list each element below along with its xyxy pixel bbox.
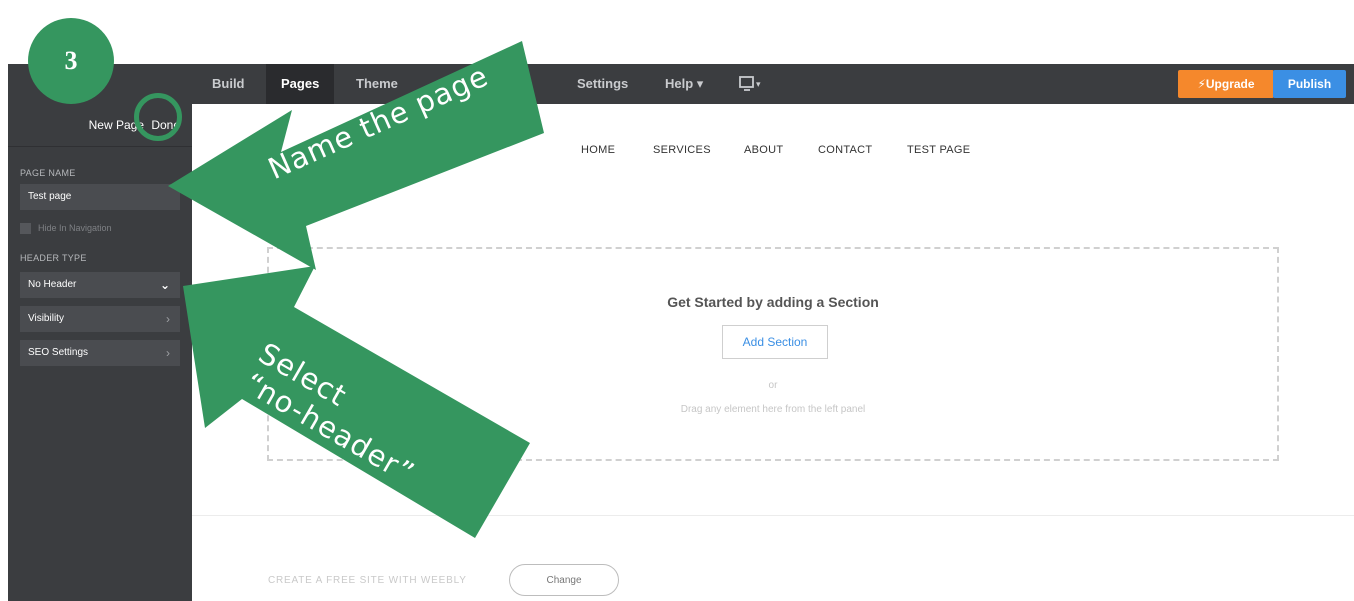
footer-divider (192, 515, 1354, 516)
nav-help[interactable]: Help ▾ (665, 64, 703, 104)
header-type-value: No Header (28, 279, 77, 290)
chevron-down-icon: ⌄ (159, 278, 170, 292)
done-button[interactable]: Done (151, 118, 180, 132)
section-drop-zone[interactable]: Get Started by adding a Section Add Sect… (267, 247, 1279, 461)
add-section-button[interactable]: Add Section (722, 325, 828, 359)
sidebar-header: New Page Done (8, 104, 192, 147)
monitor-icon[interactable]: ▾ (739, 64, 763, 104)
visibility-row[interactable]: Visibility › (20, 306, 180, 332)
drop-zone-title: Get Started by adding a Section (667, 294, 879, 310)
sidebar-title: New Page (88, 118, 144, 132)
seo-settings-label: SEO Settings (28, 347, 89, 358)
site-nav-test-page[interactable]: TEST PAGE (907, 144, 970, 156)
nav-apps[interactable]: Apps (500, 64, 533, 104)
drop-zone-or: or (768, 380, 778, 391)
site-nav-contact[interactable]: CONTACT (818, 144, 872, 156)
publish-button[interactable]: Publish (1273, 70, 1346, 98)
footer-text: CREATE A FREE SITE WITH WEEBLY (268, 575, 467, 586)
chevron-right-icon: › (166, 346, 170, 360)
drop-zone-hint: Drag any element here from the left pane… (680, 404, 866, 415)
nav-build[interactable]: Build (212, 64, 245, 104)
svg-text:▾: ▾ (756, 80, 761, 90)
chevron-right-icon: › (166, 312, 170, 326)
seo-settings-row[interactable]: SEO Settings › (20, 340, 180, 366)
site-nav-services[interactable]: SERVICES (653, 144, 711, 156)
header-type-label: HEADER TYPE (20, 253, 87, 263)
nav-settings[interactable]: Settings (577, 64, 628, 104)
site-nav-about[interactable]: ABOUT (744, 144, 783, 156)
site-nav-home[interactable]: HOME (581, 144, 615, 156)
nav-pages[interactable]: Pages (266, 64, 335, 104)
upgrade-button[interactable]: ⚡Upgrade (1178, 70, 1274, 98)
editor-toolbar: Build Pages Theme Apps Settings Help ▾ ▾… (8, 64, 1354, 104)
page-name-input[interactable]: Test page (20, 184, 180, 210)
page-settings-sidebar: New Page Done PAGE NAME Test page Hide I… (8, 104, 192, 601)
header-type-select[interactable]: No Header ⌄ (20, 272, 180, 298)
change-button[interactable]: Change (509, 564, 619, 596)
hide-in-navigation-label: Hide In Navigation (38, 223, 112, 233)
nav-theme[interactable]: Theme (356, 64, 398, 104)
hide-in-navigation-checkbox[interactable] (20, 223, 31, 234)
page-name-label: PAGE NAME (20, 168, 76, 178)
visibility-label: Visibility (28, 313, 64, 324)
